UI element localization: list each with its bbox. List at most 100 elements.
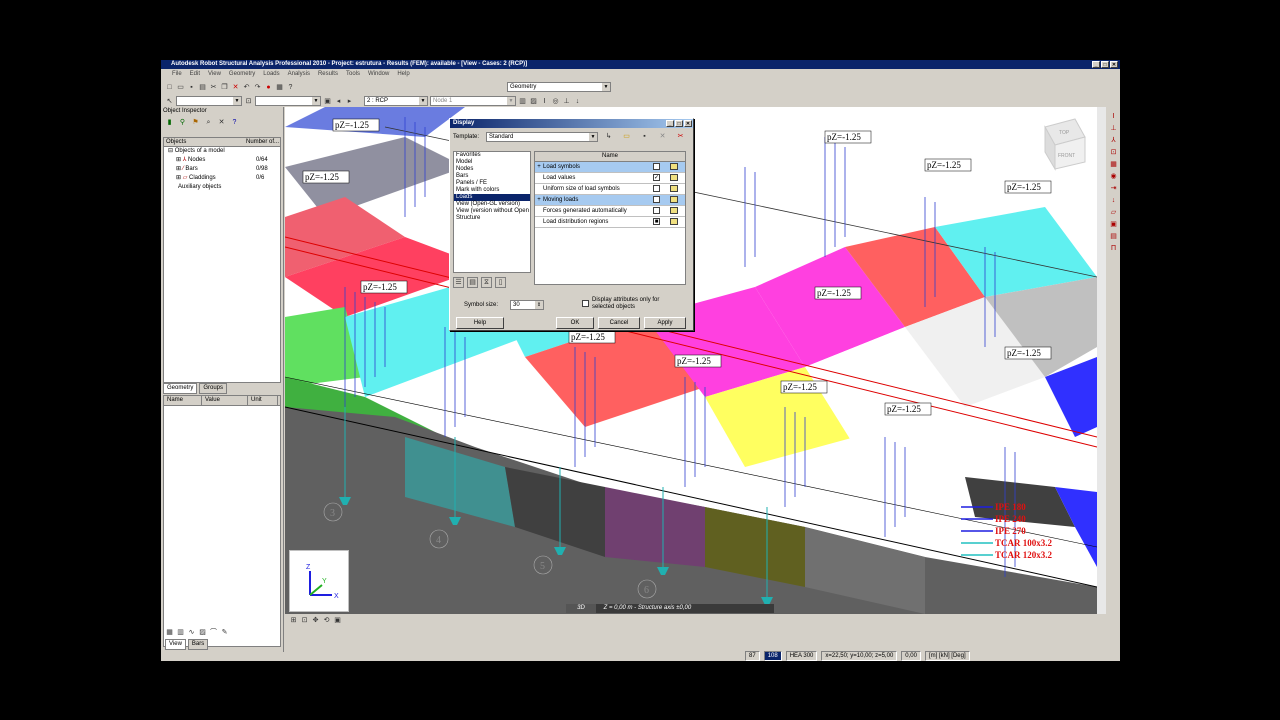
props-column-value[interactable]: Value [202, 396, 248, 405]
tree-column-number[interactable]: Number of... [246, 138, 279, 146]
menu-analysis[interactable]: Analysis [288, 69, 310, 80]
dialog-maximize-button[interactable]: □ [675, 120, 683, 127]
offset-icon[interactable]: ⇥ [1109, 184, 1118, 193]
view-mode-label[interactable]: 3D [566, 604, 596, 613]
layout-combo[interactable]: Geometry ▼ [507, 82, 611, 92]
case-combo[interactable]: 2 : RCP ▼ [364, 96, 428, 106]
list-view-icon[interactable]: ☰ [453, 277, 464, 288]
material-icon[interactable]: ▦ [1109, 160, 1118, 169]
search-icon[interactable]: ⌕ [204, 118, 213, 127]
node-selection-combo[interactable]: ▼ [255, 96, 321, 106]
inspector-filter-icon[interactable]: ⚲ [178, 118, 187, 127]
deformation-icon[interactable]: ⌒ [209, 628, 218, 637]
node-select-icon[interactable]: ⊡ [244, 97, 253, 106]
menu-results[interactable]: Results [318, 69, 338, 80]
folder-icon[interactable]: ▭ [622, 132, 631, 141]
menu-window[interactable]: Window [368, 69, 389, 80]
view-3d-icon[interactable]: ▣ [333, 616, 342, 625]
cut-icon[interactable]: ✂ [209, 83, 218, 92]
menu-edit[interactable]: Edit [190, 69, 200, 80]
stress-icon[interactable]: ▨ [529, 97, 538, 106]
mesh-icon[interactable]: ▤ [1109, 232, 1118, 241]
select-icon[interactable]: ↖ [165, 97, 174, 106]
props-column-name[interactable]: Name [164, 396, 202, 405]
release-icon[interactable]: ◉ [1109, 172, 1118, 181]
color-swatch[interactable] [670, 163, 678, 170]
viewport-scrollbar[interactable] [1097, 107, 1106, 614]
option-checkbox[interactable]: ■ [653, 218, 660, 225]
detail-view-icon[interactable]: ▤ [467, 277, 478, 288]
category-item[interactable]: Bars [454, 173, 530, 180]
color-swatch[interactable] [670, 185, 678, 192]
option-row[interactable]: Forces generated automatically [535, 206, 685, 217]
rotate-icon[interactable]: ⟲ [322, 616, 331, 625]
category-item[interactable]: View (version without Open [454, 208, 530, 215]
maximize-button[interactable]: □ [1101, 61, 1109, 68]
close-icon[interactable]: ✕ [217, 118, 226, 127]
symbol-size-spinner[interactable]: 30 ⇕ [510, 300, 544, 310]
menu-geometry[interactable]: Geometry [229, 69, 255, 80]
category-item[interactable]: Panels / FE [454, 180, 530, 187]
redo-icon[interactable]: ↷ [253, 83, 262, 92]
cladding-icon[interactable]: ▱ [1109, 208, 1118, 217]
calculate-icon[interactable]: ● [264, 83, 273, 92]
props-column-unit[interactable]: Unit [248, 396, 278, 405]
node-combo[interactable]: Node 1 ▼ [430, 96, 516, 106]
option-checkbox[interactable] [653, 163, 660, 170]
option-checkbox[interactable] [653, 185, 660, 192]
category-list[interactable]: Favorites Model Nodes Bars Panels / FE M… [453, 151, 531, 273]
tree-column-objects[interactable]: Objects [164, 138, 246, 146]
apply-button[interactable]: Apply [644, 317, 686, 329]
support-icon[interactable]: ⅄ [1109, 136, 1118, 145]
inspector-refresh-icon[interactable]: ▮ [165, 118, 174, 127]
print-icon[interactable]: ▤ [198, 83, 207, 92]
case-prev-icon[interactable]: ◂ [334, 97, 343, 106]
support-icon[interactable]: ⊥ [562, 97, 571, 106]
option-checkbox[interactable] [653, 207, 660, 214]
new-icon[interactable]: □ [165, 83, 174, 92]
delete-icon[interactable]: ✕ [231, 83, 240, 92]
help-icon[interactable]: ? [230, 118, 239, 127]
category-item-selected[interactable]: Loads [454, 194, 530, 201]
option-row[interactable]: + Load symbols [535, 162, 685, 173]
option-checkbox[interactable] [653, 196, 660, 203]
display-attributes-checkbox[interactable] [582, 300, 589, 307]
release-icon[interactable]: ◎ [551, 97, 560, 106]
option-row[interactable]: Load distribution regions ■ [535, 217, 685, 228]
case-next-icon[interactable]: ▸ [345, 97, 354, 106]
zoom-window-icon[interactable]: ⊞ [289, 616, 298, 625]
option-row[interactable]: + Moving loads [535, 195, 685, 206]
tab-bars[interactable]: Bars [187, 638, 209, 650]
case-icon[interactable]: ▣ [323, 97, 332, 106]
node-icon[interactable]: ⊥ [1109, 124, 1118, 133]
zoom-all-icon[interactable]: ⊡ [300, 616, 309, 625]
help-icon[interactable]: ? [286, 83, 295, 92]
bar-icon[interactable]: Ⅰ [1109, 112, 1118, 121]
category-item[interactable]: View (Open-GL version) [454, 201, 530, 208]
filter-icon[interactable]: ⧖ [481, 277, 492, 288]
option-row[interactable]: Load values ✓ [535, 173, 685, 184]
cancel-button[interactable]: Cancel [598, 317, 640, 329]
menu-help[interactable]: Help [397, 69, 409, 80]
color-swatch[interactable] [670, 196, 678, 203]
option-checkbox[interactable]: ✓ [653, 174, 660, 181]
tree-item[interactable]: ⊞ ⁄ Bars 0/98 [164, 165, 280, 174]
category-item[interactable]: Model [454, 159, 530, 166]
menu-loads[interactable]: Loads [263, 69, 279, 80]
category-item[interactable]: Mark with colors [454, 187, 530, 194]
units-readout[interactable]: [m] [kN] [Deg] [924, 650, 970, 661]
tab-geometry[interactable]: Geometry [163, 383, 198, 394]
display-icon[interactable]: ▥ [176, 628, 185, 637]
save-template-icon[interactable]: ▪ [640, 132, 649, 141]
tree-item[interactable]: Auxiliary objects [164, 183, 280, 192]
color-swatch[interactable] [670, 207, 678, 214]
menu-tools[interactable]: Tools [346, 69, 360, 80]
delete-template-icon[interactable]: ✕ [658, 132, 667, 141]
option-row[interactable]: Uniform size of load symbols [535, 184, 685, 195]
dialog-close-button[interactable]: ✕ [684, 120, 692, 127]
menu-view[interactable]: View [208, 69, 221, 80]
display-icon[interactable]: ▥ [518, 97, 527, 106]
ok-button[interactable]: OK [556, 317, 594, 329]
tab-groups[interactable]: Groups [199, 383, 228, 394]
section-icon[interactable]: ⊡ [1109, 148, 1118, 157]
